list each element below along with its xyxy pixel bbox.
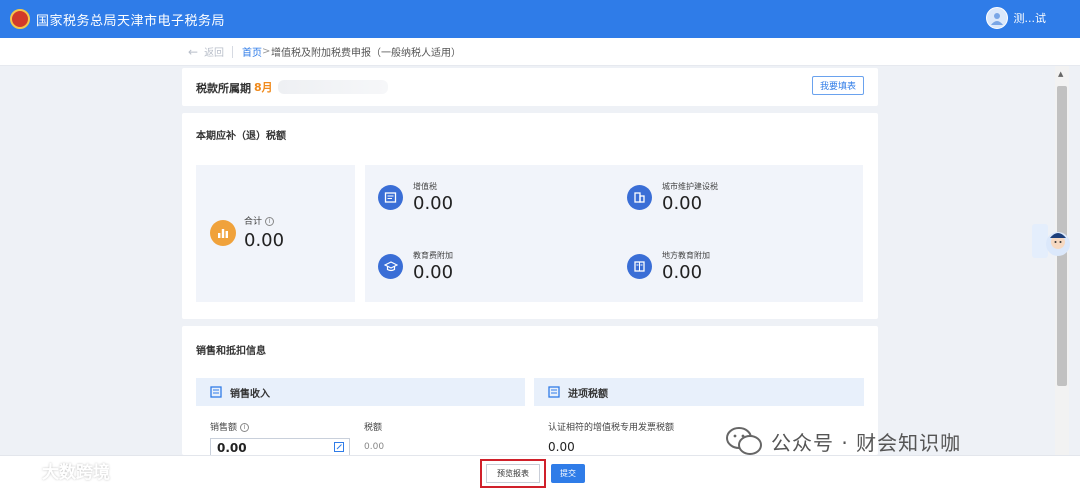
- edit-icon[interactable]: [334, 442, 344, 452]
- tax-item-label: 增值税: [413, 182, 437, 191]
- site-title: 国家税务总局天津市电子税务局: [36, 13, 226, 29]
- info-icon[interactable]: i: [265, 217, 275, 226]
- top-bar: 国家税务总局天津市电子税务局 测...试: [0, 0, 1080, 38]
- main-content: 税款所属期 8月 我要填表 本期应补（退）税额 合计 i 0.00 增值税 0.0…: [182, 66, 878, 455]
- watermark-left-text: 大数跨境: [42, 463, 110, 483]
- sales-amount-input[interactable]: 0.00: [210, 438, 350, 455]
- tax-item-value: 0.00: [662, 262, 703, 283]
- book-icon: [627, 254, 652, 279]
- breadcrumb-separator: >: [262, 46, 271, 57]
- wechat-icon: [726, 427, 762, 455]
- total-label: 合计 i: [244, 214, 275, 227]
- tax-item-vat: 增值税 0.00: [378, 181, 578, 227]
- watermark-right: 公众号 · 财会知识咖: [725, 426, 961, 456]
- back-label: 返回: [204, 48, 225, 59]
- assistant-avatar-icon[interactable]: [1030, 218, 1072, 266]
- tax-item-urban-construction: 城市维护建设税 0.00: [627, 181, 827, 227]
- watermark-right-text: 公众号 · 财会知识咖: [771, 430, 962, 455]
- tax-amount-value: 0.00: [364, 442, 385, 452]
- vat-doc-icon: [378, 185, 403, 210]
- total-label-text: 合计: [244, 217, 263, 227]
- bar-chart-icon: [210, 220, 236, 246]
- ledger-icon: [548, 386, 560, 398]
- tax-bureau-logo-icon: [10, 9, 30, 29]
- tax-amount-label: 税额: [364, 423, 383, 433]
- tax-item-label: 城市维护建设税: [662, 182, 718, 191]
- ledger-icon: [210, 386, 222, 398]
- breadcrumb-home-link[interactable]: 首页: [242, 44, 262, 59]
- user-menu[interactable]: 测...试: [985, 7, 1047, 29]
- sales-section-title: 销售和抵扣信息: [196, 346, 266, 357]
- graduation-cap-icon: [378, 254, 403, 279]
- submit-button[interactable]: 提交: [551, 464, 585, 483]
- breadcrumb: ← 返回 首页 > 增值税及附加税费申报（一般纳税人适用）: [0, 38, 1080, 66]
- input-tax-head: 进项税额: [534, 378, 864, 406]
- fill-form-button[interactable]: 我要填表: [812, 76, 864, 95]
- watermark-logo-icon: [9, 463, 37, 478]
- sales-income-panel: 销售收入 销售额 i 0.00 税额 0.00: [196, 378, 525, 455]
- input-tax-title: 进项税额: [568, 388, 608, 400]
- tax-item-education-surcharge: 教育费附加 0.00: [378, 250, 578, 296]
- sales-income-title: 销售收入: [230, 388, 270, 400]
- tax-items-panel: 增值税 0.00 城市维护建设税 0.00 教育费附加 0.00 地方教育附加 …: [365, 165, 863, 302]
- sales-amount-label-text: 销售额: [210, 423, 238, 433]
- tax-item-local-education: 地方教育附加 0.00: [627, 250, 827, 296]
- period-card: 税款所属期 8月 我要填表: [182, 68, 878, 106]
- tax-item-value: 0.00: [413, 262, 454, 283]
- input-tax-label: 认证相符的增值税专用发票税额: [548, 423, 675, 433]
- sales-amount-label: 销售额 i: [210, 420, 250, 433]
- period-value: 8月: [254, 81, 273, 94]
- breadcrumb-divider: [232, 45, 233, 58]
- scroll-up-icon[interactable]: ▲: [1058, 70, 1063, 78]
- input-tax-value: 0.00: [548, 440, 575, 454]
- tax-item-label: 教育费附加: [413, 251, 453, 260]
- tax-item-value: 0.00: [413, 193, 454, 214]
- tax-item-value: 0.00: [662, 193, 703, 214]
- back-button[interactable]: ← 返回: [188, 44, 225, 60]
- footer-bar: 预览报表 提交: [0, 455, 1080, 489]
- total-value: 0.00: [244, 230, 285, 251]
- tax-item-label: 地方教育附加: [662, 251, 710, 260]
- building-icon: [627, 185, 652, 210]
- tax-summary-title: 本期应补（退）税额: [196, 131, 286, 142]
- period-label: 税款所属期: [196, 82, 251, 95]
- user-avatar-icon[interactable]: [985, 7, 1008, 29]
- breadcrumb-current: 增值税及附加税费申报（一般纳税人适用）: [271, 48, 461, 59]
- info-icon[interactable]: i: [240, 423, 250, 432]
- period-range-blurred: [278, 80, 388, 94]
- total-tax-panel: 合计 i 0.00: [196, 165, 355, 302]
- sales-income-head: 销售收入: [196, 378, 525, 406]
- preview-report-button[interactable]: 预览报表: [486, 464, 540, 483]
- user-name[interactable]: 测...试: [1014, 10, 1047, 26]
- back-arrow-icon: ←: [188, 44, 199, 59]
- watermark-left: 大数跨境: [8, 458, 110, 483]
- tax-summary-card: 本期应补（退）税额 合计 i 0.00 增值税 0.00 城市维护建设税 0.0…: [182, 113, 878, 319]
